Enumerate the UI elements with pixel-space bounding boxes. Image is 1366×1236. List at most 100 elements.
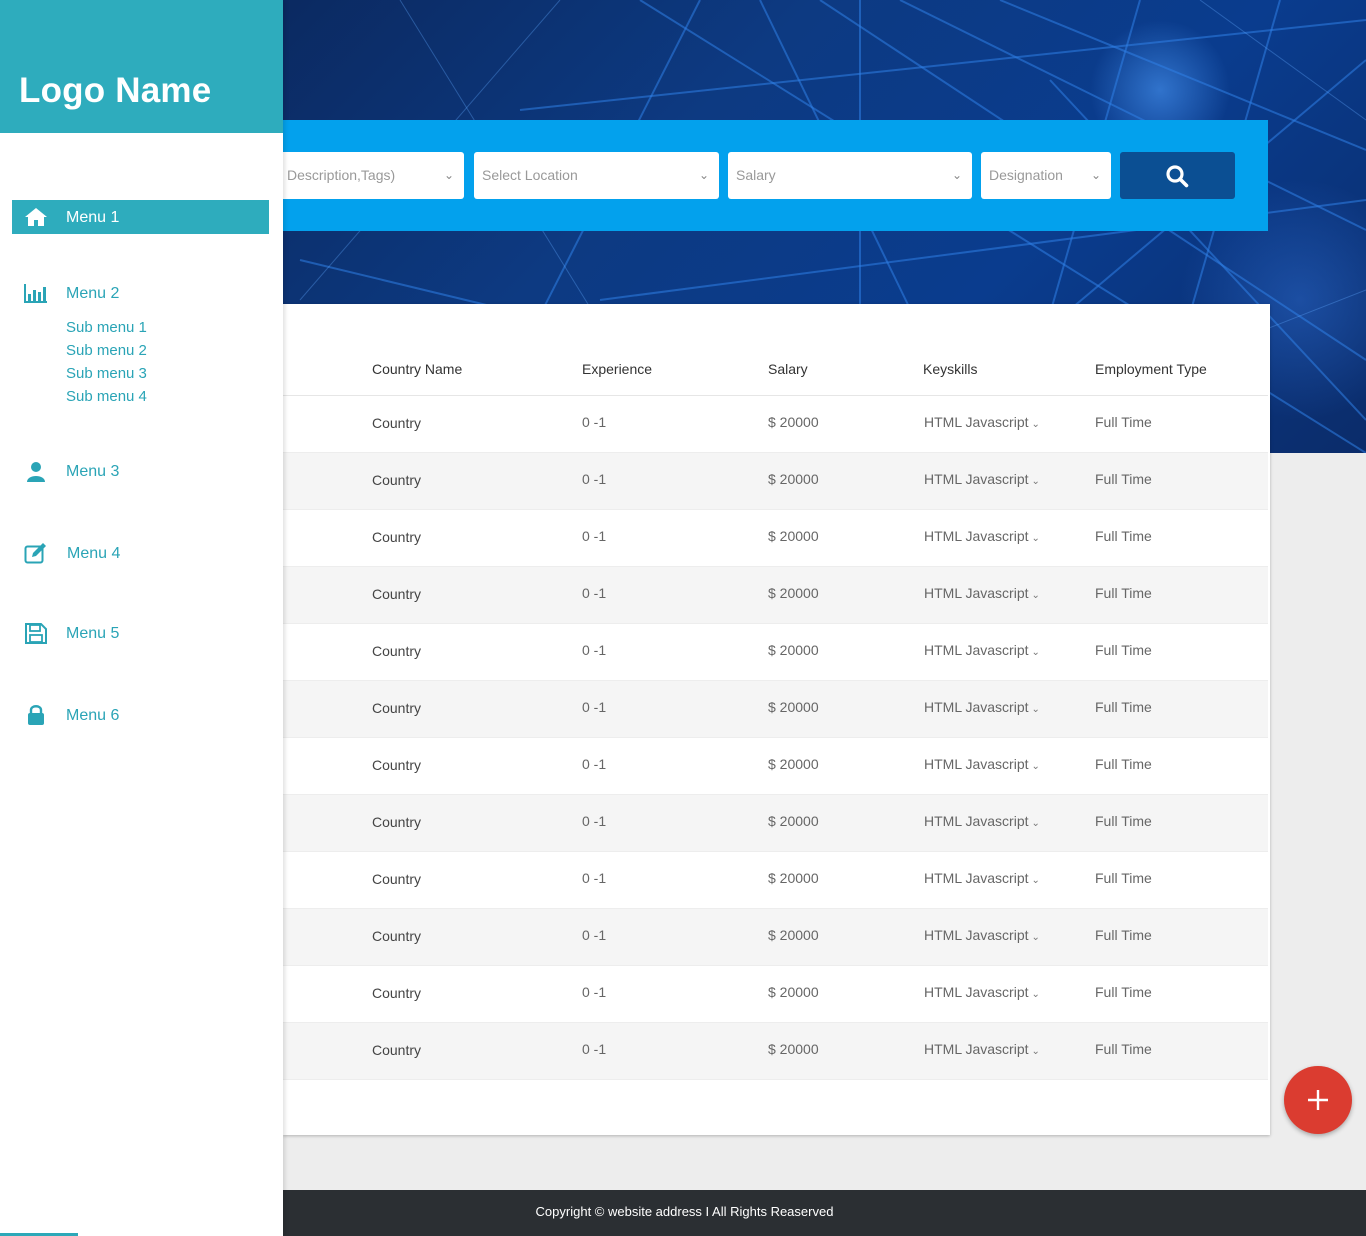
country-cell-text: Country [372, 757, 422, 773]
keyskills-cell[interactable]: HTML Javascript ⌄ [924, 414, 1040, 430]
table-row[interactable]: Country 0 -1 $ 20000 HTML Javascript ⌄ Full T… [283, 453, 1268, 510]
experience-cell-text: 0 -1 [582, 927, 607, 943]
sidebar-item-menu-1[interactable]: Menu 1 [12, 200, 269, 234]
chevron-down-icon: ⌄ [1031, 704, 1040, 715]
submenu-item-2[interactable]: Sub menu 2 [66, 342, 147, 359]
sidebar-item-menu-6[interactable]: Menu 6 [12, 698, 269, 732]
table-row[interactable]: Country 0 -1 $ 20000 HTML Javascript ⌄ Full T… [283, 1023, 1268, 1080]
column-header-keyskills[interactable]: Keyskills [923, 361, 977, 377]
submenu-item-3[interactable]: Sub menu 3 [66, 365, 147, 382]
keyskills-cell[interactable]: HTML Javascript ⌄ [924, 585, 1040, 601]
menu-label: Menu 6 [66, 707, 120, 724]
salary-cell: $ 20000 [768, 756, 819, 772]
keyskills-cell-text: HTML Javascript [924, 870, 1029, 886]
employment-type-cell: Full Time [1095, 870, 1152, 886]
plus-icon [1308, 1090, 1328, 1110]
salary-cell: $ 20000 [768, 642, 819, 658]
column-header-experience[interactable]: Experience [582, 361, 652, 377]
sidebar-item-menu-5[interactable]: Menu 5 [12, 616, 269, 650]
keyskills-cell-text: HTML Javascript [924, 927, 1029, 943]
table-row[interactable]: Country 0 -1 $ 20000 HTML Javascript ⌄ Full T… [283, 567, 1268, 624]
chevron-down-icon: ⌄ [1031, 818, 1040, 829]
table-row[interactable]: Country 0 -1 $ 20000 HTML Javascript ⌄ Full T… [283, 681, 1268, 738]
employment-type-cell: Full Time [1095, 414, 1152, 430]
keyskills-cell[interactable]: HTML Javascript ⌄ [924, 642, 1040, 658]
sidebar-item-menu-3[interactable]: Menu 3 [12, 454, 269, 488]
employment-type-cell: Full Time [1095, 1041, 1152, 1057]
employment-type-cell-text: Full Time [1095, 642, 1152, 658]
experience-cell-text: 0 -1 [582, 528, 607, 544]
salary-cell: $ 20000 [768, 699, 819, 715]
keyskills-cell[interactable]: HTML Javascript ⌄ [924, 813, 1040, 829]
keyskills-cell[interactable]: HTML Javascript ⌄ [924, 927, 1040, 943]
sidebar: Logo Name Menu 1 Menu 2 Sub menu 1 Sub m… [0, 0, 283, 1236]
sidebar-item-menu-4[interactable]: Menu 4 [12, 536, 269, 570]
salary-select[interactable]: Salary ⌄ [728, 152, 972, 199]
column-header-country[interactable]: Country Name [372, 361, 462, 377]
table-row[interactable]: Country 0 -1 $ 20000 HTML Javascript ⌄ Full T… [283, 795, 1268, 852]
add-button[interactable] [1284, 1066, 1352, 1134]
keyskills-cell[interactable]: HTML Javascript ⌄ [924, 756, 1040, 772]
employment-type-cell: Full Time [1095, 699, 1152, 715]
sidebar-item-menu-2[interactable]: Menu 2 [12, 276, 269, 310]
country-cell-text: Country [372, 472, 422, 488]
salary-cell-text: $ 20000 [768, 984, 819, 1000]
logo-area: Logo Name [0, 0, 283, 133]
chevron-down-icon: ⌄ [443, 168, 454, 182]
employment-type-cell-text: Full Time [1095, 414, 1152, 430]
salary-cell-text: $ 20000 [768, 642, 819, 658]
edit-icon [24, 543, 46, 564]
table-row[interactable]: Country 0 -1 $ 20000 HTML Javascript ⌄ Full T… [283, 510, 1268, 567]
chevron-down-icon: ⌄ [1031, 875, 1040, 886]
keyskills-cell[interactable]: HTML Javascript ⌄ [924, 528, 1040, 544]
keyword-select[interactable]: Description,Tags) ⌄ [283, 152, 464, 199]
keyskills-cell[interactable]: HTML Javascript ⌄ [924, 699, 1040, 715]
experience-cell-text: 0 -1 [582, 642, 607, 658]
country-cell-text: Country [372, 586, 422, 602]
table-row[interactable]: Country 0 -1 $ 20000 HTML Javascript ⌄ Full T… [283, 966, 1268, 1023]
employment-type-cell-text: Full Time [1095, 1041, 1152, 1057]
user-icon [27, 462, 45, 482]
salary-cell-text: $ 20000 [768, 699, 819, 715]
experience-cell-text: 0 -1 [582, 585, 607, 601]
keyskills-cell[interactable]: HTML Javascript ⌄ [924, 984, 1040, 1000]
country-cell: Country [372, 871, 421, 887]
country-cell: Country [372, 814, 421, 830]
column-header-salary[interactable]: Salary [768, 361, 808, 377]
table-row[interactable]: Country 0 -1 $ 20000 HTML Javascript ⌄ Full T… [283, 852, 1268, 909]
keyskills-cell-text: HTML Javascript [924, 471, 1029, 487]
keyskills-cell-text: HTML Javascript [924, 642, 1029, 658]
experience-cell-text: 0 -1 [582, 984, 607, 1000]
keyskills-cell[interactable]: HTML Javascript ⌄ [924, 870, 1040, 886]
employment-type-cell: Full Time [1095, 585, 1152, 601]
country-cell: Country [372, 700, 421, 716]
designation-select[interactable]: Designation ⌄ [981, 152, 1111, 199]
footer: Copyright © website address I All Rights… [283, 1190, 1366, 1236]
keyskills-cell-text: HTML Javascript [924, 813, 1029, 829]
keyskills-cell[interactable]: HTML Javascript ⌄ [924, 471, 1040, 487]
country-cell-text: Country [372, 814, 422, 830]
submenu-item-1[interactable]: Sub menu 1 [66, 319, 147, 336]
search-button[interactable] [1120, 152, 1235, 199]
logo[interactable]: Logo Name [19, 71, 211, 111]
submenu-item-4[interactable]: Sub menu 4 [66, 388, 147, 405]
table-row[interactable]: Country 0 -1 $ 20000 HTML Javascript ⌄ Full T… [283, 909, 1268, 966]
chevron-down-icon: ⌄ [1090, 168, 1101, 182]
table-row[interactable]: Country 0 -1 $ 20000 HTML Javascript ⌄ Full T… [283, 738, 1268, 795]
keyskills-cell[interactable]: HTML Javascript ⌄ [924, 1041, 1040, 1057]
country-cell-text: Country [372, 985, 422, 1001]
country-cell-text: Country [372, 1042, 422, 1058]
table-row[interactable]: Country 0 -1 $ 20000 HTML Javascript ⌄ Full T… [283, 624, 1268, 681]
salary-cell-text: $ 20000 [768, 927, 819, 943]
employment-type-cell-text: Full Time [1095, 984, 1152, 1000]
lock-icon [28, 705, 44, 725]
experience-cell: 0 -1 [582, 414, 606, 430]
table-row[interactable]: Country 0 -1 $ 20000 HTML Javascript ⌄ Full T… [283, 396, 1268, 453]
search-bar: Description,Tags) ⌄ Select Location ⌄ Sa… [283, 120, 1268, 231]
column-header-employment-type[interactable]: Employment Type [1095, 361, 1207, 377]
country-cell-text: Country [372, 700, 422, 716]
employment-type-cell: Full Time [1095, 927, 1152, 943]
location-select[interactable]: Select Location ⌄ [474, 152, 719, 199]
experience-cell: 0 -1 [582, 585, 606, 601]
salary-cell: $ 20000 [768, 984, 819, 1000]
